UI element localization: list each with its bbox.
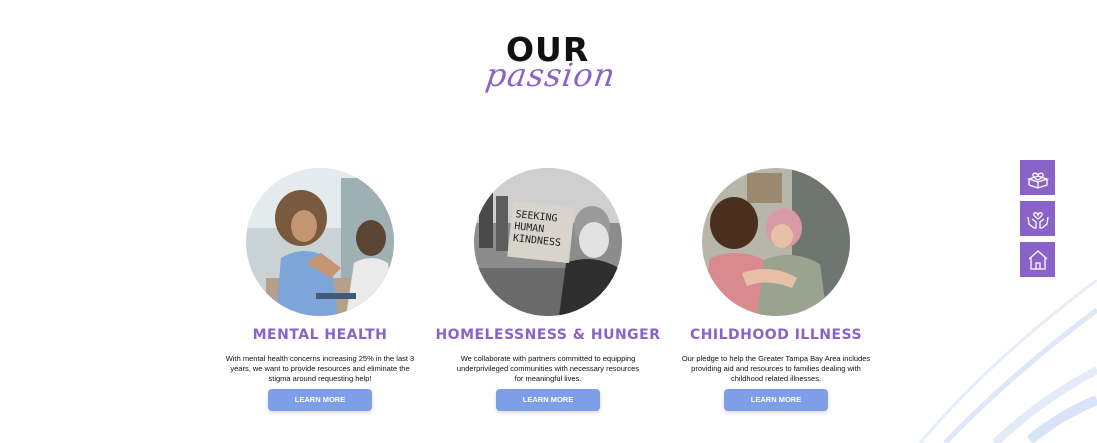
- card-childhood-illness: CHILDHOOD ILLNESS Our pledge to help the…: [661, 168, 891, 411]
- card-title: MENTAL HEALTH: [252, 327, 388, 343]
- home-icon[interactable]: [1020, 242, 1055, 277]
- decorative-swoosh: [918, 280, 1097, 443]
- learn-more-button[interactable]: LEARN MORE: [268, 389, 372, 411]
- learn-more-button[interactable]: LEARN MORE: [496, 389, 600, 411]
- side-icon-bar: [1020, 160, 1055, 283]
- card-homelessness-hunger: SEEKING HUMAN KINDNESS HOMELESSNESS & HU…: [433, 168, 663, 411]
- section-heading: OUR passion: [480, 28, 620, 108]
- learn-more-button[interactable]: LEARN MORE: [724, 389, 828, 411]
- card-mental-health: MENTAL HEALTH With mental health concern…: [205, 168, 435, 411]
- heading-passion: passion: [483, 56, 619, 94]
- card-description: We collaborate with partners committed t…: [456, 354, 640, 383]
- card-title: HOMELESSNESS & HUNGER: [435, 327, 661, 343]
- card-description: With mental health concerns increasing 2…: [225, 354, 415, 383]
- childhood-illness-photo: [702, 168, 850, 316]
- sign-text: SEEKING HUMAN KINDNESS: [512, 209, 562, 250]
- homelessness-photo: SEEKING HUMAN KINDNESS: [474, 168, 622, 316]
- card-description: Our pledge to help the Greater Tampa Bay…: [681, 354, 871, 383]
- hands-heart-icon[interactable]: [1020, 201, 1055, 236]
- card-title: CHILDHOOD ILLNESS: [689, 327, 863, 343]
- heart-box-icon[interactable]: [1020, 160, 1055, 195]
- mental-health-photo: [246, 168, 394, 316]
